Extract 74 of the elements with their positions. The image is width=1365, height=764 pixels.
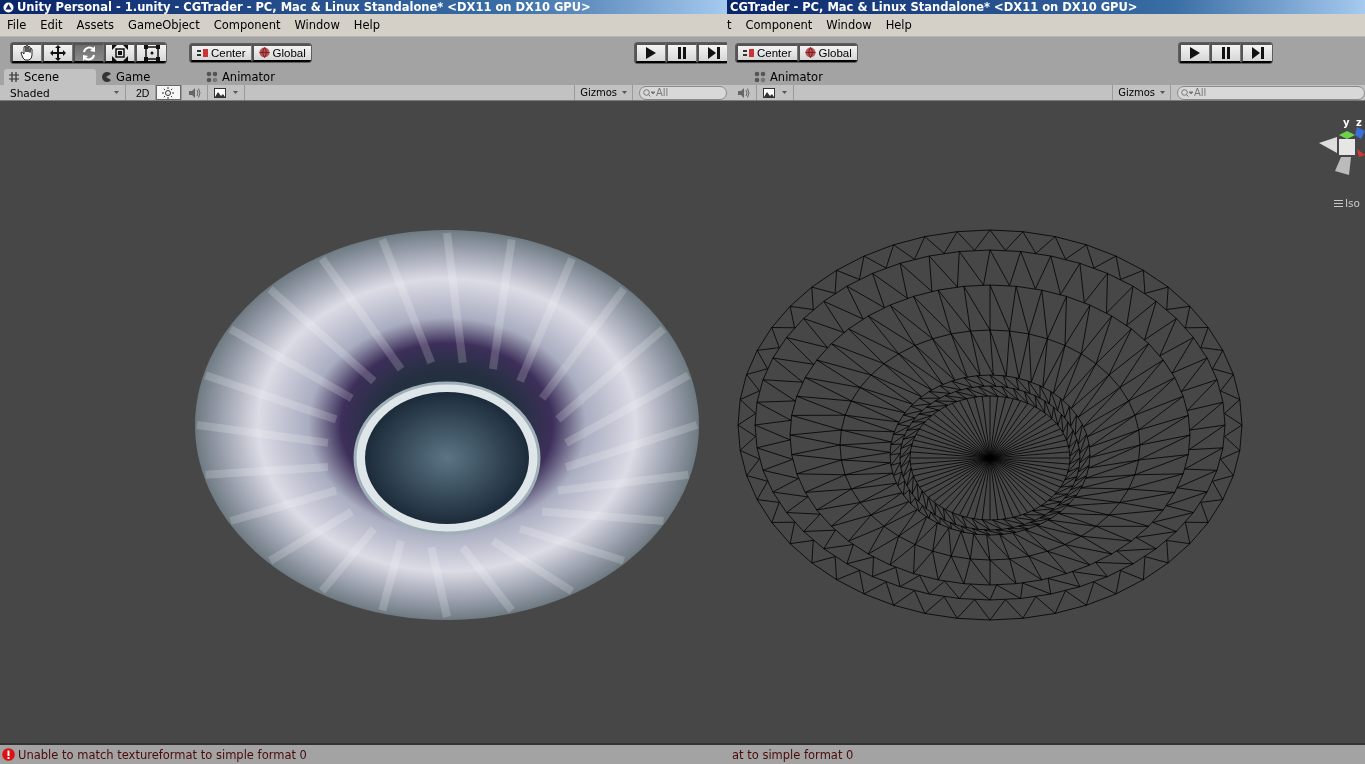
move-arrows-icon [49, 43, 67, 62]
search-icon [643, 88, 655, 97]
move-arrows-button[interactable] [42, 42, 73, 63]
menu-item[interactable]: Window [819, 18, 879, 32]
menu-item[interactable]: Help [346, 18, 387, 32]
space-button[interactable]: Global [797, 43, 857, 62]
pause-button[interactable] [666, 42, 697, 63]
grid-icon [8, 71, 20, 83]
step-button[interactable] [697, 42, 727, 63]
caret-icon [782, 91, 787, 94]
rotate-icon [80, 43, 98, 62]
window-title: Unity Personal - 1.unity - CGTrader - PC, Mac & Linux Standalone* <DX11 on DX10 GPU> [17, 0, 591, 14]
globe-icon [258, 47, 270, 58]
sun-toggle[interactable] [156, 85, 183, 100]
tab[interactable]: Scene [4, 69, 96, 85]
status-message: at to simple format 0 [732, 747, 854, 762]
pause-icon [1219, 45, 1233, 60]
sun-icon [162, 86, 176, 99]
pivot-icon [743, 48, 754, 57]
rotate-button[interactable] [73, 42, 104, 63]
step-button[interactable] [1241, 42, 1272, 63]
menu-item[interactable]: Assets [69, 18, 121, 32]
menu-item[interactable]: Edit [33, 18, 70, 32]
step-icon [1250, 45, 1265, 60]
axis-label: y [1343, 117, 1350, 128]
tab[interactable]: Animator [202, 69, 294, 85]
nodes-icon [754, 71, 766, 83]
pivot-button[interactable]: Center [190, 43, 252, 62]
menu-item[interactable]: GameObject [120, 18, 207, 32]
menu-item[interactable]: Component [206, 18, 288, 32]
menu-icon [1334, 199, 1343, 207]
pause-icon [675, 45, 689, 60]
speaker-icon [188, 86, 202, 99]
axis-label: z [1356, 117, 1362, 128]
hand-icon [18, 43, 36, 62]
pause-button[interactable] [1210, 42, 1241, 63]
nodes-icon [206, 71, 218, 83]
hand-button[interactable] [11, 42, 42, 63]
shading-dropdown[interactable]: Shaded [4, 85, 126, 100]
play-button[interactable] [635, 42, 666, 63]
scale-button[interactable] [104, 42, 135, 63]
space-button[interactable]: Global [251, 43, 311, 62]
menu-item[interactable]: Window [287, 18, 347, 32]
window-title: CGTrader - PC, Mac & Linux Standalone* <DX11 on DX10 GPU> [730, 0, 1138, 14]
pacman-icon [100, 71, 112, 83]
rect-tool-icon [142, 43, 161, 62]
scale-icon [111, 43, 129, 62]
menu-item[interactable]: t [727, 18, 739, 32]
picture-icon [214, 86, 228, 99]
gizmos-dropdown[interactable]: Gizmos [1112, 85, 1171, 100]
caret-icon [233, 91, 239, 94]
tab[interactable]: Game [96, 69, 188, 85]
picture-icon [763, 86, 776, 99]
status-message: Unable to match textureformat to simple format 0 [18, 747, 307, 762]
caret-icon [114, 91, 119, 94]
projection-toggle[interactable]: Iso [1334, 197, 1365, 209]
caret-icon [1160, 91, 1165, 94]
search-icon [1181, 88, 1193, 97]
play-button[interactable] [1179, 42, 1210, 63]
orientation-gizmo-drawing[interactable] [1319, 127, 1365, 175]
pivot-icon [197, 48, 208, 57]
play-icon [1188, 45, 1202, 60]
rect-tool-button[interactable] [135, 42, 166, 63]
tab[interactable]: Animator [750, 69, 842, 85]
menu-item[interactable]: Help [878, 18, 919, 32]
menu-item[interactable]: Component [738, 18, 820, 32]
pivot-button[interactable]: Center [736, 43, 798, 62]
speaker-icon [737, 86, 750, 99]
gizmos-dropdown[interactable]: Gizmos [574, 85, 633, 100]
globe-icon [804, 47, 816, 58]
step-icon [706, 45, 721, 60]
menu-item[interactable]: File [0, 18, 34, 32]
caret-icon [622, 91, 627, 94]
play-icon [644, 45, 658, 60]
